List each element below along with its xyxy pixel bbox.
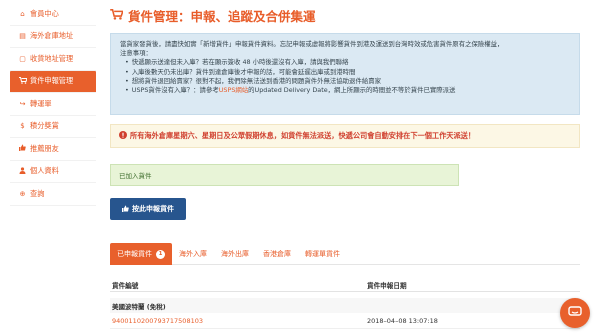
sidebar-item-label: 個人資料	[30, 166, 59, 176]
sidebar-item-label: 推薦朋友	[30, 143, 59, 153]
tab-forwarding-shipments[interactable]: 轉運單貨件	[298, 243, 347, 265]
tab-label: 海外出庫	[221, 250, 249, 258]
sidebar-item-label: 查詢	[30, 188, 45, 198]
shipments-table: 貨件編號 貨件申報日期 美國波特蘭 (免稅) 94001102007937175…	[110, 278, 580, 329]
sidebar-item-label: 收貨地址管理	[30, 53, 74, 63]
sidebar-item-forwarding-order[interactable]: ↪ 轉運單	[10, 93, 96, 116]
column-header-date: 貨件申報日期	[367, 281, 407, 290]
column-header-tracking: 貨件編號	[112, 281, 139, 290]
sidebar-item-profile[interactable]: 個人資料	[10, 161, 96, 183]
table-row: 9400110200793717508103 2018–04–08 13:07:…	[110, 313, 580, 329]
sidebar-nav: ⌂ 會員中心 ▤ 海外倉庫地址 ▢ 收貨地址管理 貨件申報管理 ↪ 轉運單 $ …	[10, 3, 96, 206]
usps-text-pre: USPS貨件沒有入庫？：請參考	[131, 86, 219, 95]
thumbs-up-icon	[17, 144, 28, 153]
success-alert: 已加入貨件	[110, 164, 459, 186]
info-bullet: 快遞顯示送達但未入庫？若在顯示簽收 48 小時後還沒有入庫，請與我們聯絡	[125, 58, 570, 67]
warehouse-group-row: 美國波特蘭 (免稅)	[110, 298, 580, 313]
user-icon	[17, 167, 28, 176]
sidebar-item-overseas-warehouse[interactable]: ▤ 海外倉庫地址	[10, 26, 96, 48]
usps-text-post: 的Updated Delivery Date，網上所顯示的時間並不等於貨件已實際…	[248, 86, 456, 95]
success-text: 已加入貨件	[119, 172, 152, 180]
cart-icon	[17, 76, 28, 86]
thumbs-up-icon	[122, 205, 129, 214]
tracking-number-link[interactable]: 9400110200793717508103	[112, 317, 203, 325]
usps-website-link[interactable]: USPS網站	[219, 86, 248, 94]
sidebar-item-inquiry[interactable]: ⊕ 查詢	[10, 183, 96, 206]
tab-label: 香港倉庫	[263, 250, 291, 258]
sidebar-item-label: 貨件申報管理	[30, 76, 74, 86]
info-bullet: 入庫後數天仍未出庫？貨件到達倉庫後才申報的話，可能會延遲出庫或到港時間	[125, 68, 570, 77]
cart-icon	[110, 8, 124, 23]
lifebuoy-icon: ⊕	[19, 189, 26, 198]
add-shipment-label: 按此申報貨件	[132, 205, 174, 213]
home-icon: ⌂	[20, 9, 25, 18]
sidebar-item-label: 會員中心	[30, 8, 59, 18]
sidebar-item-refer-friends[interactable]: 推薦朋友	[10, 138, 96, 161]
sidebar-item-address-management[interactable]: ▢ 收貨地址管理	[10, 48, 96, 71]
exclamation-circle-icon	[119, 131, 127, 141]
chat-icon	[568, 306, 582, 320]
sidebar-item-label: 轉運單	[30, 98, 52, 108]
sidebar-item-shipment-declaration[interactable]: 貨件申報管理	[10, 70, 96, 93]
chat-widget-button[interactable]	[560, 298, 590, 328]
sidebar-item-label: 積分獎賞	[30, 121, 59, 131]
table-header-row: 貨件編號 貨件申報日期	[110, 278, 580, 292]
warning-text: 所有海外倉庫星期六、星期日及公眾假期休息，如貨件無法派送，快遞公司會自動安排在下…	[130, 131, 476, 140]
page-title-text: 貨件管理：申報、追蹤及合併集運	[128, 9, 316, 24]
share-icon: ↪	[19, 99, 26, 108]
tab-hong-kong-warehouse[interactable]: 香港倉庫	[256, 243, 298, 265]
tab-declared-shipments[interactable]: 已申報貨件 1	[110, 243, 172, 265]
shipment-tabs: 已申報貨件 1 海外入庫 海外出庫 香港倉庫 轉運單貨件	[110, 243, 580, 265]
info-bullet: 想將貨件退回給賣家？很對不起，我們除無法送到香港的問題貨件外無法協助退件給賣家	[125, 77, 570, 86]
tab-label: 海外入庫	[179, 250, 207, 258]
tab-overseas-inbound[interactable]: 海外入庫	[172, 243, 214, 265]
tracking-cell: 9400110200793717508103	[110, 317, 367, 325]
info-bullet-list: 快遞顯示送達但未入庫？若在顯示簽收 48 小時後還沒有入庫，請與我們聯絡 入庫後…	[120, 58, 570, 95]
tab-count-badge: 1	[156, 249, 165, 259]
dollar-icon: $	[20, 122, 25, 131]
notice-info-box: 當貨家發貨後，請盡快如實「新增貨件」申報貨件資料。忘記申報或虛報將影響貨件到港及…	[110, 33, 580, 115]
declaration-date-cell: 2018–04–08 13:07:18	[367, 316, 438, 325]
add-shipment-button[interactable]: 按此申報貨件	[110, 198, 186, 220]
info-intro: 當貨家發貨後，請盡快如實「新增貨件」申報貨件資料。忘記申報或虛報將影響貨件到港及…	[120, 40, 504, 48]
tab-overseas-outbound[interactable]: 海外出庫	[214, 243, 256, 265]
sidebar-item-label: 海外倉庫地址	[30, 31, 74, 41]
copy-icon: ▢	[19, 54, 26, 63]
tab-label: 已申報貨件	[117, 250, 152, 258]
tab-label: 轉運單貨件	[305, 250, 340, 258]
holiday-warning-alert: 所有海外倉庫星期六、星期日及公眾假期休息，如貨件無法派送，快遞公司會自動安排在下…	[110, 124, 580, 148]
sidebar-item-member-center[interactable]: ⌂ 會員中心	[10, 3, 96, 26]
sidebar-item-points-rewards[interactable]: $ 積分獎賞	[10, 116, 96, 138]
info-bullet-usps: USPS貨件沒有入庫？：請參考USPS網站的Updated Delivery D…	[125, 86, 570, 95]
page-title: 貨件管理：申報、追蹤及合併集運	[110, 6, 316, 25]
paste-icon: ▤	[19, 32, 26, 41]
